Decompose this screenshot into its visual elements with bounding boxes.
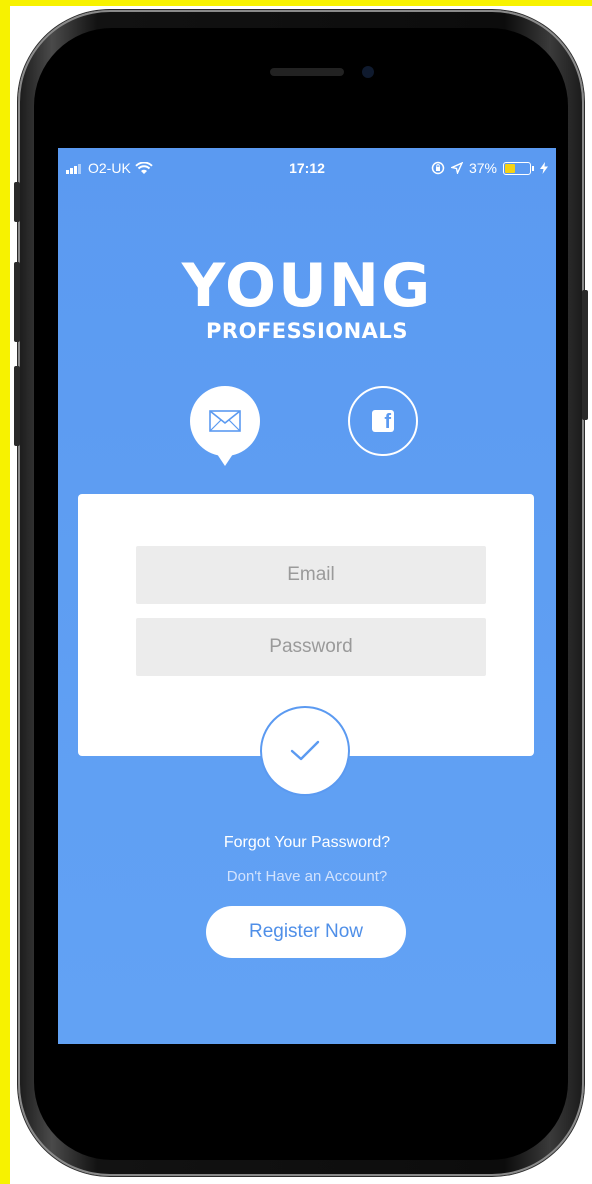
submit-login-button[interactable] — [260, 706, 350, 796]
charging-bolt-icon — [540, 162, 548, 174]
tab-facebook-login[interactable]: f — [348, 386, 418, 456]
location-arrow-icon — [450, 162, 463, 174]
front-camera-icon — [362, 66, 374, 78]
app-screen: O2-UK 17:12 37% YOUNG PROFESSIONALS f Em… — [58, 148, 556, 1044]
status-bar: O2-UK 17:12 37% — [58, 148, 556, 188]
battery-fill — [505, 163, 515, 173]
forgot-password-link[interactable]: Forgot Your Password? — [58, 834, 556, 852]
frame-highlight-top — [0, 0, 592, 6]
status-right: 37% — [431, 160, 548, 176]
app-logo: YOUNG PROFESSIONALS — [58, 256, 556, 344]
orientation-lock-icon — [431, 161, 445, 175]
facebook-letter: f — [384, 411, 391, 433]
volume-down-button — [14, 366, 20, 446]
power-button — [582, 290, 588, 420]
battery-percent: 37% — [468, 160, 497, 176]
checkmark-icon — [290, 740, 320, 761]
battery-icon — [503, 161, 531, 175]
mute-switch — [14, 182, 20, 222]
email-field[interactable] — [136, 546, 486, 604]
password-field[interactable] — [136, 618, 486, 676]
frame-highlight-left — [0, 0, 10, 1184]
register-now-button[interactable]: Register Now — [206, 906, 406, 958]
no-account-text: Don't Have an Account? — [226, 868, 388, 885]
facebook-icon: f — [372, 410, 394, 433]
tab-email-login[interactable] — [190, 386, 260, 466]
battery-tip — [532, 165, 534, 171]
envelope-icon — [209, 410, 241, 432]
speaker-grille — [270, 68, 344, 76]
volume-up-button — [14, 262, 20, 342]
logo-title: YOUNG — [181, 251, 433, 321]
logo-subtitle: PROFESSIONALS — [206, 319, 408, 343]
